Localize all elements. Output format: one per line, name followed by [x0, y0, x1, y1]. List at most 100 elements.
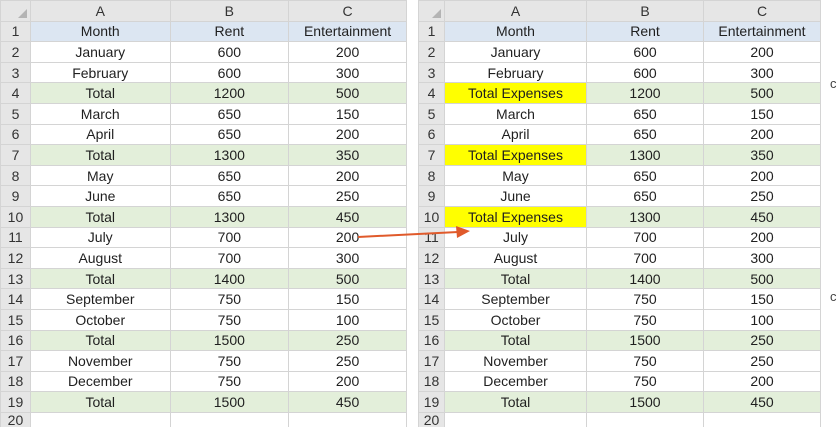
cell-a[interactable]: Total	[444, 329, 587, 352]
cell-empty[interactable]	[169, 411, 290, 427]
cell-c[interactable]: 300	[288, 61, 407, 84]
column-heading-b[interactable]: B	[586, 0, 704, 22]
cell-a[interactable]: Total	[29, 82, 171, 104]
cell-a[interactable]: March	[444, 102, 587, 125]
cell-b[interactable]: 650	[169, 102, 290, 125]
row-heading[interactable]: 12	[0, 247, 31, 269]
row-heading[interactable]: 9	[418, 185, 445, 207]
cell-c[interactable]: 150	[703, 288, 821, 310]
select-all-corner-icon[interactable]	[418, 0, 445, 22]
cell-empty[interactable]	[586, 411, 704, 427]
cell-a[interactable]: November	[29, 350, 171, 372]
cell-a[interactable]: September	[29, 288, 171, 310]
row-heading[interactable]: 6	[0, 123, 31, 146]
cell-c[interactable]: 200	[703, 226, 821, 249]
cell-a[interactable]: August	[29, 247, 171, 269]
row-heading[interactable]: 3	[418, 61, 445, 84]
column-heading-c[interactable]: C	[703, 0, 821, 22]
cell-a[interactable]: August	[444, 247, 587, 269]
cell-c[interactable]: 250	[288, 350, 407, 372]
cell-a[interactable]: October	[29, 308, 171, 331]
cell-b[interactable]: Rent	[169, 20, 290, 43]
cell-b[interactable]: 1400	[169, 267, 290, 290]
cell-c[interactable]: 200	[703, 370, 821, 393]
column-heading-a[interactable]: A	[444, 0, 587, 22]
cell-c[interactable]: Entertainment	[703, 20, 821, 43]
cell-a[interactable]: Total	[29, 205, 171, 228]
row-heading[interactable]: 18	[0, 370, 31, 393]
cell-c[interactable]: 150	[703, 102, 821, 125]
cell-a[interactable]: Total	[444, 391, 587, 413]
cell-a[interactable]: Total Expenses	[444, 205, 587, 228]
row-heading[interactable]: 17	[418, 350, 445, 372]
cell-c[interactable]: 500	[288, 82, 407, 104]
row-heading[interactable]: 8	[418, 164, 445, 187]
cell-c[interactable]: 250	[703, 185, 821, 207]
cell-b[interactable]: 650	[169, 123, 290, 146]
cell-c[interactable]: 200	[288, 164, 407, 187]
column-heading-a[interactable]: A	[29, 0, 171, 22]
cell-a[interactable]: June	[29, 185, 171, 207]
cell-c[interactable]: 100	[288, 308, 407, 331]
cell-b[interactable]: 1400	[586, 267, 704, 290]
cell-b[interactable]: 1500	[586, 329, 704, 352]
cell-a[interactable]: June	[444, 185, 587, 207]
row-heading[interactable]: 4	[418, 82, 445, 104]
cell-b[interactable]: 1300	[169, 205, 290, 228]
cell-c[interactable]: 250	[703, 350, 821, 372]
cell-b[interactable]: 650	[586, 102, 704, 125]
cell-c[interactable]: 300	[703, 61, 821, 84]
cell-a[interactable]: January	[29, 41, 171, 63]
cell-c[interactable]: 300	[703, 247, 821, 269]
cell-b[interactable]: Rent	[586, 20, 704, 43]
cell-c[interactable]: 200	[288, 41, 407, 63]
row-heading[interactable]: 20	[418, 411, 445, 427]
cell-a[interactable]: Total	[29, 267, 171, 290]
row-heading[interactable]: 11	[418, 226, 445, 249]
cell-a[interactable]: Total Expenses	[444, 82, 587, 104]
cell-c[interactable]: 150	[288, 288, 407, 310]
cell-b[interactable]: 700	[169, 226, 290, 249]
cell-c[interactable]: Entertainment	[288, 20, 407, 43]
cell-a[interactable]: May	[29, 164, 171, 187]
cell-b[interactable]: 1500	[169, 329, 290, 352]
row-heading[interactable]: 2	[418, 41, 445, 63]
cell-b[interactable]: 1300	[586, 205, 704, 228]
cell-c[interactable]: 250	[288, 329, 407, 352]
cell-c[interactable]: 450	[703, 205, 821, 228]
select-all-corner-icon[interactable]	[0, 0, 31, 22]
cell-a[interactable]: December	[29, 370, 171, 393]
row-heading[interactable]: 17	[0, 350, 31, 372]
row-heading[interactable]: 10	[418, 205, 445, 228]
row-heading[interactable]: 15	[0, 308, 31, 331]
row-heading[interactable]: 18	[418, 370, 445, 393]
cell-c[interactable]: 450	[288, 205, 407, 228]
cell-a[interactable]: Month	[29, 20, 171, 43]
cell-b[interactable]: 700	[169, 247, 290, 269]
cell-c[interactable]: 200	[703, 41, 821, 63]
cell-b[interactable]: 1200	[169, 82, 290, 104]
row-heading[interactable]: 1	[418, 20, 445, 43]
cell-empty[interactable]	[288, 411, 407, 427]
cell-b[interactable]: 600	[586, 61, 704, 84]
row-heading[interactable]: 4	[0, 82, 31, 104]
cell-b[interactable]: 600	[169, 41, 290, 63]
cell-b[interactable]: 1500	[586, 391, 704, 413]
cell-c[interactable]: 200	[288, 226, 407, 249]
cell-b[interactable]: 750	[586, 288, 704, 310]
cell-b[interactable]: 750	[169, 288, 290, 310]
cell-a[interactable]: September	[444, 288, 587, 310]
row-heading[interactable]: 13	[0, 267, 31, 290]
cell-c[interactable]: 450	[703, 391, 821, 413]
cell-c[interactable]: 250	[288, 185, 407, 207]
cell-c[interactable]: 200	[288, 370, 407, 393]
cell-empty[interactable]	[703, 411, 821, 427]
column-heading-b[interactable]: B	[169, 0, 290, 22]
cell-a[interactable]: Total	[29, 144, 171, 166]
row-heading[interactable]: 11	[0, 226, 31, 249]
cell-c[interactable]: 500	[703, 82, 821, 104]
cell-a[interactable]: December	[444, 370, 587, 393]
cell-empty[interactable]	[444, 411, 587, 427]
cell-b[interactable]: 600	[586, 41, 704, 63]
row-heading[interactable]: 14	[0, 288, 31, 310]
